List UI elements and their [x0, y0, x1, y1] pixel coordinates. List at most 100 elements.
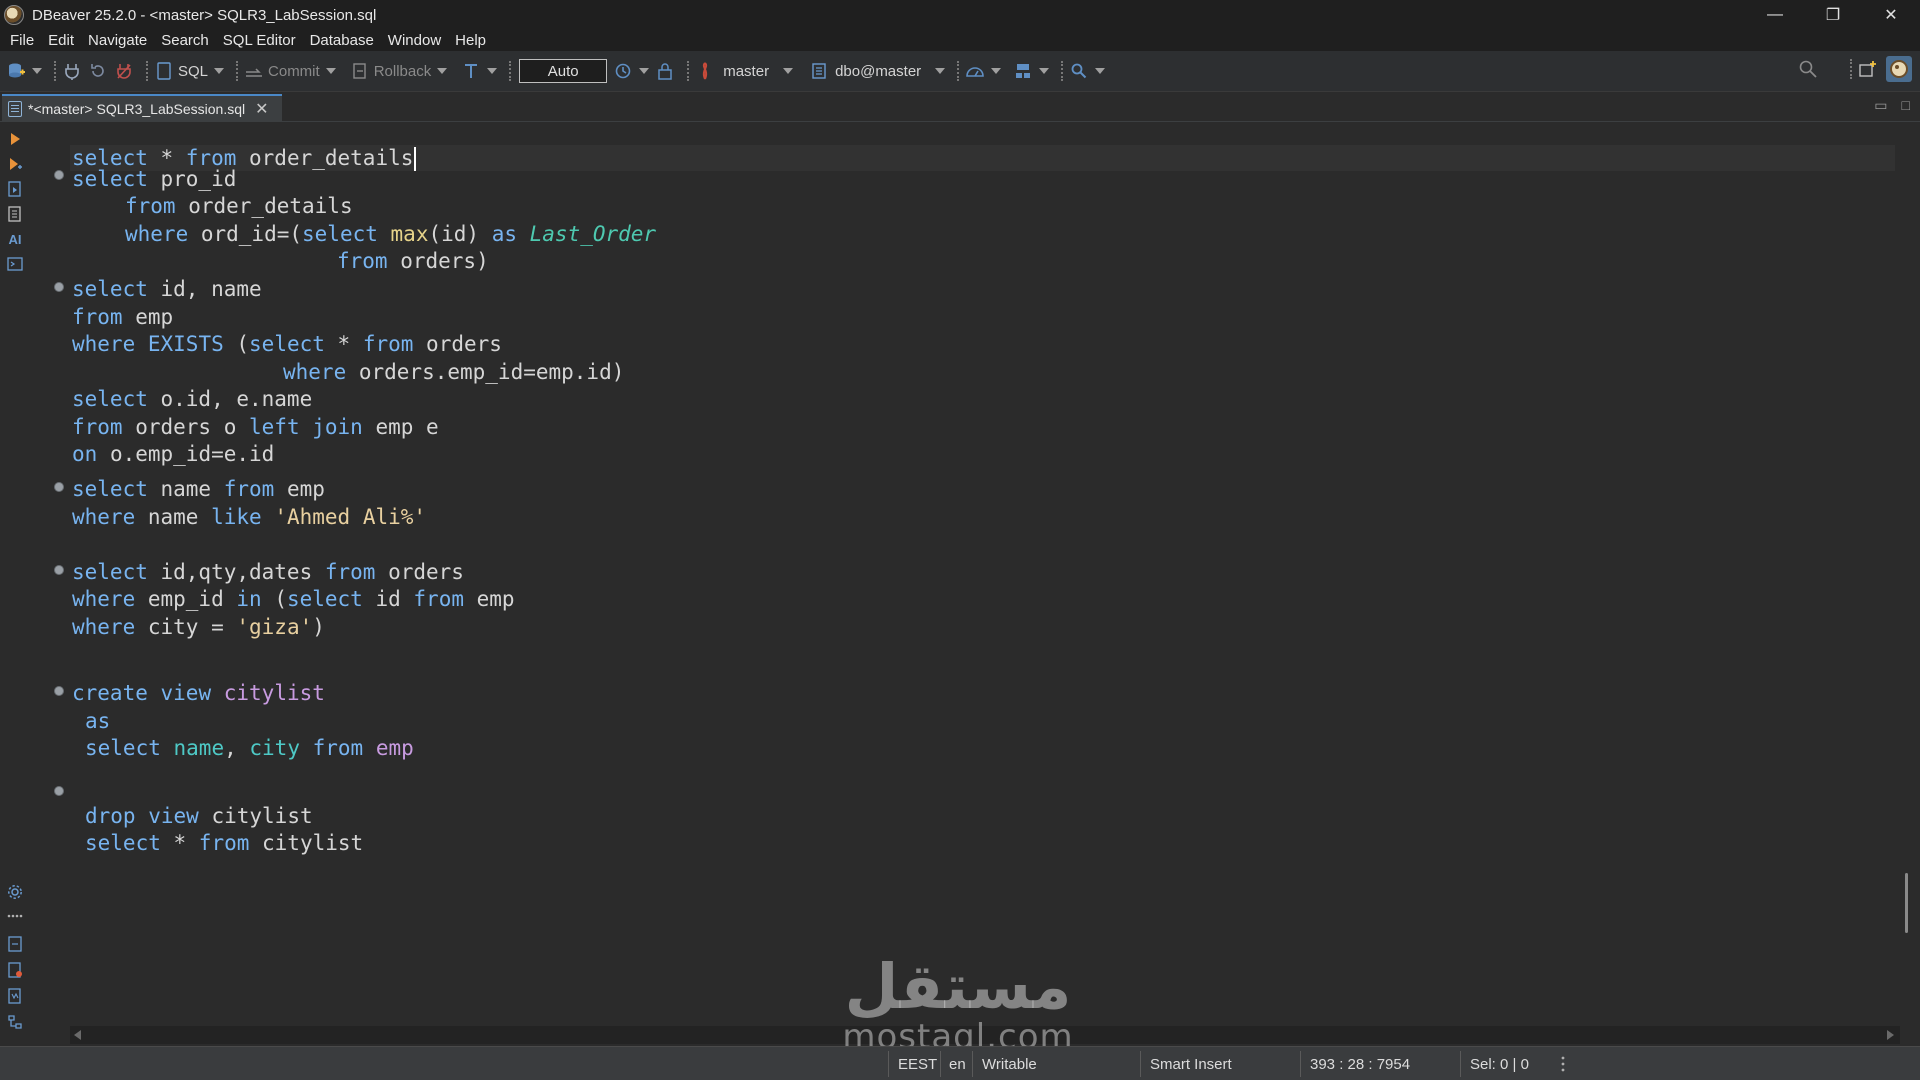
show-results-icon[interactable]	[6, 935, 24, 953]
code-line[interactable]: select name, city from emp	[85, 734, 414, 762]
scroll-right-icon[interactable]	[1887, 1030, 1894, 1040]
code-line[interactable]: from orders)	[337, 247, 489, 275]
chevron-down-icon[interactable]	[437, 68, 448, 74]
sql-editor[interactable]: select * from order_details select pro_i…	[30, 123, 1910, 1028]
tab-sqlr3-labsession[interactable]: *<master> SQLR3_LabSession.sql ✕	[2, 94, 282, 122]
find-button[interactable]	[1069, 56, 1106, 86]
code-line[interactable]: select o.id, e.name	[72, 385, 312, 413]
menu-sql-editor[interactable]: SQL Editor	[217, 32, 304, 49]
open-console-icon[interactable]	[6, 255, 24, 273]
dbeaver-perspective-icon[interactable]	[1886, 56, 1912, 82]
code-line[interactable]: from orders o left join emp e	[72, 413, 439, 441]
menu-help[interactable]: Help	[449, 32, 494, 49]
menu-window[interactable]: Window	[382, 32, 449, 49]
code-line[interactable]: on o.emp_id=e.id	[72, 440, 274, 468]
schema-selector[interactable]: dbo@master	[809, 56, 946, 86]
code-line[interactable]: drop view citylist	[85, 802, 313, 830]
menu-database[interactable]: Database	[304, 32, 382, 49]
transaction-mode-selector[interactable]: Auto	[519, 59, 608, 83]
code-line[interactable]: create view citylist	[72, 679, 325, 707]
menu-edit[interactable]: Edit	[42, 32, 82, 49]
status-more-icon[interactable]	[1560, 1047, 1566, 1080]
chevron-down-icon[interactable]	[325, 68, 336, 74]
code-line[interactable]: where name like 'Ahmed Ali%'	[72, 503, 426, 531]
code-line[interactable]: select * from citylist	[85, 829, 363, 857]
statement-marker[interactable]	[54, 282, 64, 292]
menu-file[interactable]: File	[4, 32, 42, 49]
scrollbar-thumb[interactable]	[1905, 873, 1908, 933]
execute-in-new-tab-icon[interactable]	[6, 155, 24, 173]
chevron-down-icon[interactable]	[487, 68, 498, 74]
reconnect-button[interactable]	[88, 56, 108, 86]
chevron-down-icon[interactable]	[1095, 68, 1106, 74]
global-search-icon[interactable]	[1798, 59, 1818, 79]
status-selection: Sel: 0 | 0	[1470, 1055, 1529, 1073]
code-line[interactable]: where city = 'giza')	[72, 613, 325, 641]
code-line[interactable]: select id,qty,dates from orders	[72, 558, 464, 586]
code-line[interactable]: select id, name	[72, 275, 262, 303]
open-perspective-icon[interactable]	[1858, 59, 1878, 79]
keyword: from	[312, 736, 364, 760]
disconnect-button[interactable]	[114, 56, 134, 86]
chevron-down-icon[interactable]	[32, 68, 42, 74]
status-cursor-position[interactable]: 393 : 28 : 7954	[1310, 1047, 1410, 1080]
code-line[interactable]: from emp	[72, 303, 173, 331]
keyword: on	[72, 442, 98, 466]
chevron-down-icon[interactable]	[991, 68, 1002, 74]
restore-button[interactable]: ❐	[1804, 0, 1862, 30]
chevron-down-icon[interactable]	[639, 68, 650, 74]
code-line[interactable]: select pro_id	[72, 165, 236, 193]
ai-assistant-icon[interactable]: AI	[6, 230, 24, 248]
code-line[interactable]: where EXISTS (select * from orders	[72, 330, 502, 358]
statement-marker[interactable]	[54, 786, 64, 796]
rollback-button[interactable]: Rollback	[350, 56, 448, 86]
code-line[interactable]: where ord_id=(select max(id) as Last_Ord…	[125, 220, 656, 248]
code-text: *	[160, 831, 199, 855]
close-button[interactable]: ✕	[1862, 0, 1920, 30]
scroll-left-icon[interactable]	[74, 1030, 81, 1040]
menu-search[interactable]: Search	[155, 32, 217, 49]
chevron-down-icon[interactable]	[935, 68, 946, 74]
status-insert-mode[interactable]: Smart Insert	[1150, 1047, 1232, 1080]
new-connection-button[interactable]	[6, 56, 42, 86]
vertical-scrollbar[interactable]	[1902, 125, 1912, 1028]
code-text: citylist	[249, 831, 364, 855]
execute-statement-icon[interactable]	[6, 130, 24, 148]
statement-marker[interactable]	[54, 170, 64, 180]
code-line[interactable]: select name from emp	[72, 475, 325, 503]
code-text: order_details	[175, 194, 353, 218]
execute-script-new-tabs-icon[interactable]	[6, 205, 24, 223]
more-options-icon[interactable]	[6, 907, 24, 925]
settings-gear-icon[interactable]	[6, 883, 24, 901]
code-line[interactable]: as	[85, 707, 110, 735]
execute-script-icon[interactable]	[6, 180, 24, 198]
sql-editor-button[interactable]: SQL	[154, 56, 225, 86]
transaction-history-button[interactable]	[613, 56, 650, 86]
output-log-icon[interactable]	[6, 987, 24, 1005]
schema-label: dbo@master	[835, 62, 922, 80]
minimize-button[interactable]: —	[1746, 0, 1804, 30]
menu-navigate[interactable]: Navigate	[82, 32, 155, 49]
maximize-view-button[interactable]: □	[1902, 97, 1910, 114]
connect-button[interactable]	[62, 56, 82, 86]
code-line[interactable]: where orders.emp_id=emp.id)	[283, 358, 624, 386]
chevron-down-icon[interactable]	[1039, 68, 1050, 74]
transaction-icon	[461, 61, 481, 81]
code-line[interactable]: from order_details	[125, 192, 353, 220]
commit-button[interactable]: Commit	[244, 56, 336, 86]
problems-icon[interactable]	[6, 961, 24, 979]
chevron-down-icon[interactable]	[214, 68, 225, 74]
transaction-log-button[interactable]	[461, 56, 498, 86]
lock-button[interactable]	[655, 56, 675, 86]
outline-icon[interactable]	[6, 1013, 24, 1031]
dashboard-button[interactable]	[965, 56, 1002, 86]
statement-marker[interactable]	[54, 565, 64, 575]
statement-marker[interactable]	[54, 686, 64, 696]
datasource-selector[interactable]: master	[695, 56, 794, 86]
statement-marker[interactable]	[54, 482, 64, 492]
code-line[interactable]: where emp_id in (select id from emp	[72, 585, 515, 613]
project-button[interactable]	[1013, 56, 1050, 86]
chevron-down-icon[interactable]	[783, 68, 794, 74]
minimize-view-button[interactable]: ▭	[1874, 97, 1887, 114]
close-icon[interactable]: ✕	[255, 99, 268, 119]
